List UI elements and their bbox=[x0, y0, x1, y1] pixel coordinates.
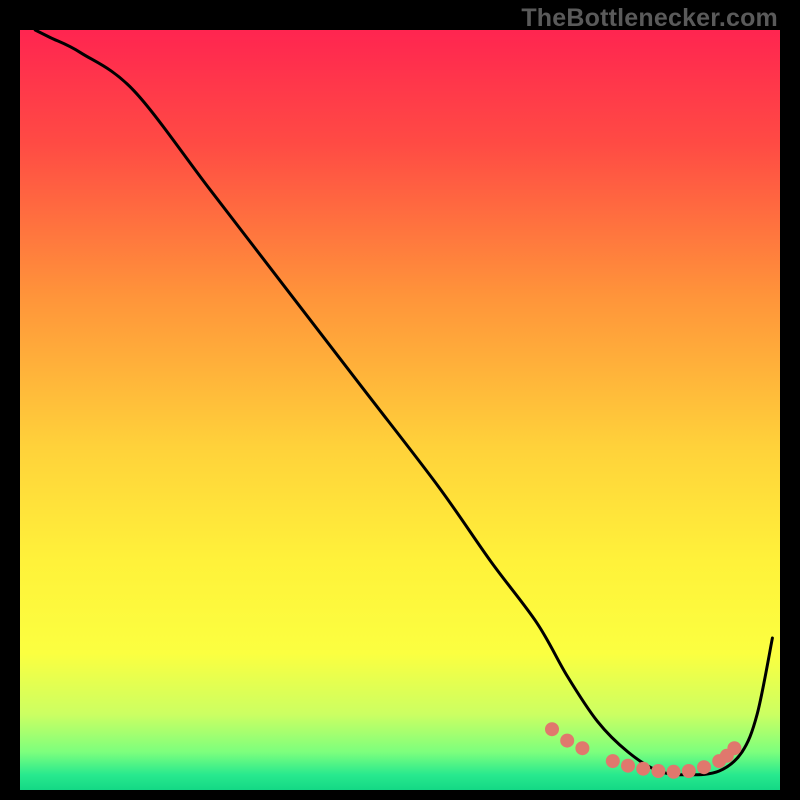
marker-dot bbox=[727, 741, 741, 755]
marker-dot bbox=[697, 760, 711, 774]
marker-dot bbox=[575, 741, 589, 755]
marker-dot bbox=[560, 734, 574, 748]
marker-dot bbox=[606, 754, 620, 768]
marker-dot bbox=[667, 765, 681, 779]
marker-dot bbox=[682, 764, 696, 778]
marker-dot bbox=[636, 762, 650, 776]
chart-frame bbox=[20, 30, 780, 790]
watermark-text: TheBottlenecker.com bbox=[521, 4, 778, 33]
marker-dot bbox=[545, 722, 559, 736]
marker-dot bbox=[621, 759, 635, 773]
chart-svg bbox=[20, 30, 780, 790]
marker-dot bbox=[651, 764, 665, 778]
chart-background bbox=[20, 30, 780, 790]
